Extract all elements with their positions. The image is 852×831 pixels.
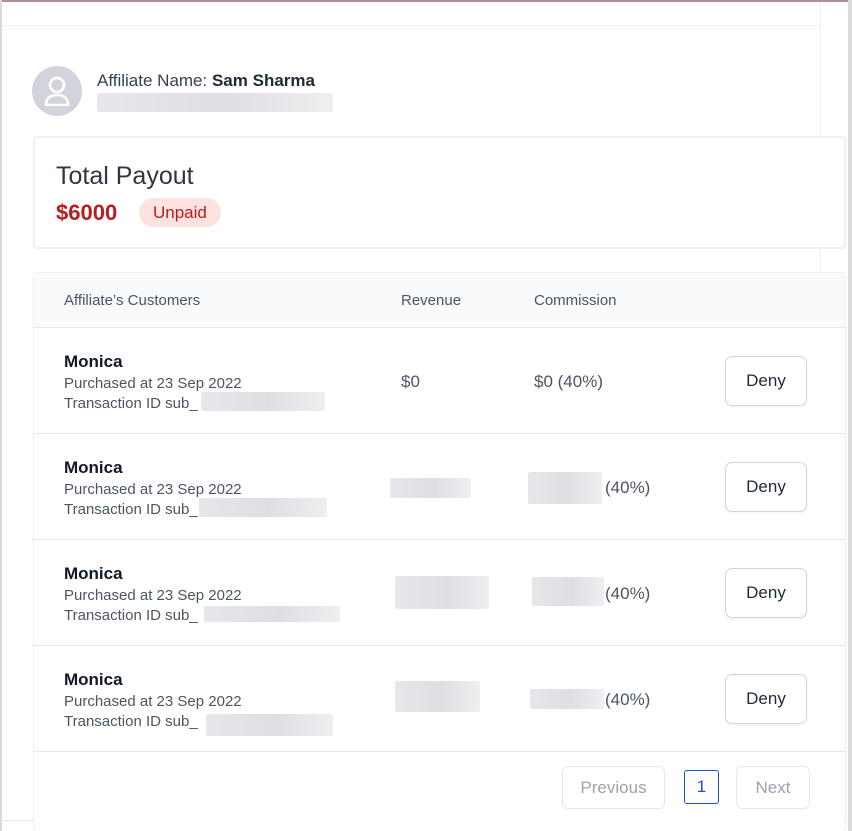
commission-redacted xyxy=(530,689,604,709)
commission-percent: (40%) xyxy=(605,478,651,497)
purchase-date: Purchased at 23 Sep 2022 xyxy=(64,375,242,392)
customer-name: Monica xyxy=(64,564,123,583)
table-row: Monica Purchased at 23 Sep 2022 Transact… xyxy=(34,328,845,434)
transaction-id: Transaction ID sub_ xyxy=(64,501,198,518)
transaction-id: Transaction ID sub_ xyxy=(64,607,198,624)
customers-table: Affiliate’s Customers Revenue Commission… xyxy=(33,272,846,831)
commission-percent: (40%) xyxy=(605,690,651,709)
status-badge: Unpaid xyxy=(139,198,221,227)
table-row: Monica Purchased at 23 Sep 2022 Transact… xyxy=(34,434,845,540)
purchase-date: Purchased at 23 Sep 2022 xyxy=(64,587,242,604)
deny-button[interactable]: Deny xyxy=(725,674,807,724)
column-header-commission: Commission xyxy=(534,292,617,309)
table-row: Monica Purchased at 23 Sep 2022 Transact… xyxy=(34,646,845,752)
revenue-redacted xyxy=(390,478,471,498)
commission-percent: (40%) xyxy=(605,584,651,603)
total-payout-title: Total Payout xyxy=(56,162,194,190)
next-button[interactable]: Next xyxy=(736,766,810,809)
deny-button[interactable]: Deny xyxy=(725,462,807,512)
revenue-redacted xyxy=(395,576,489,609)
transaction-id-redacted xyxy=(206,714,333,736)
revenue-value: $0 xyxy=(401,372,420,391)
transaction-id-redacted xyxy=(199,498,327,517)
affiliate-header: Affiliate Name: Sam Sharma xyxy=(32,66,352,118)
customer-name: Monica xyxy=(64,352,123,371)
header-bar xyxy=(2,2,820,26)
table-row: Monica Purchased at 23 Sep 2022 Transact… xyxy=(34,540,845,646)
revenue-redacted xyxy=(395,681,480,712)
user-icon xyxy=(44,76,70,106)
deny-button[interactable]: Deny xyxy=(725,568,807,618)
transaction-id: Transaction ID sub_ xyxy=(64,395,198,412)
app-window: Affiliate Name: Sam Sharma Total Payout … xyxy=(0,0,852,831)
commission-redacted xyxy=(532,577,604,606)
transaction-id-redacted xyxy=(204,606,340,622)
payout-amount: $6000 xyxy=(56,200,118,225)
affiliate-name-line: Affiliate Name: Sam Sharma xyxy=(97,71,315,91)
page-number-button[interactable]: 1 xyxy=(684,770,719,804)
total-payout-card: Total Payout $6000 Unpaid xyxy=(33,136,846,249)
pagination: Previous 1 Next xyxy=(34,751,845,821)
column-header-revenue: Revenue xyxy=(401,292,462,309)
customer-name: Monica xyxy=(64,670,123,689)
column-header-customers: Affiliate’s Customers xyxy=(64,292,201,309)
affiliate-name: Sam Sharma xyxy=(211,71,315,90)
purchase-date: Purchased at 23 Sep 2022 xyxy=(64,481,242,498)
transaction-id-redacted xyxy=(201,392,325,411)
avatar xyxy=(32,66,82,116)
customer-name: Monica xyxy=(64,458,123,477)
commission-redacted xyxy=(528,472,602,504)
table-header: Affiliate’s Customers Revenue Commission xyxy=(34,273,845,328)
affiliate-name-label: Affiliate Name: xyxy=(97,71,208,90)
purchase-date: Purchased at 23 Sep 2022 xyxy=(64,693,242,710)
deny-button[interactable]: Deny xyxy=(725,356,807,406)
transaction-id: Transaction ID sub_ xyxy=(64,713,198,730)
commission-value: $0 (40%) xyxy=(534,372,603,391)
previous-button[interactable]: Previous xyxy=(562,766,665,809)
affiliate-email-redacted xyxy=(97,93,333,112)
